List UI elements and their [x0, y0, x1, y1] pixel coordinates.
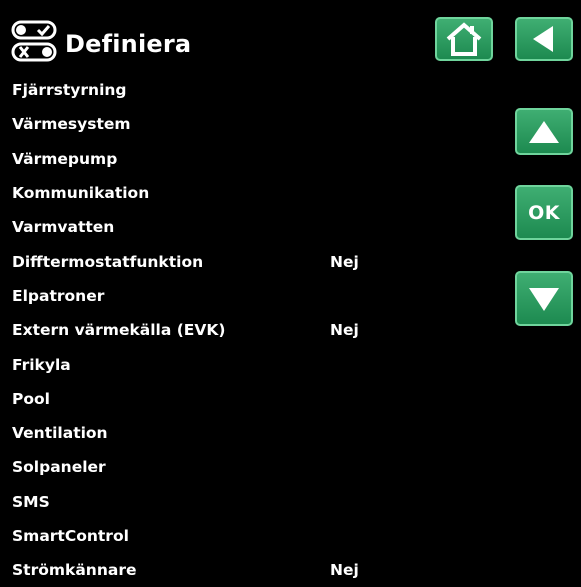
menu-item-ventilation[interactable]: Ventilation [12, 416, 412, 450]
menu-item-fjarrstyrning[interactable]: Fjärrstyrning [12, 73, 412, 107]
menu-item-label: Difftermostatfunktion [12, 252, 204, 271]
menu-item-kommunikation[interactable]: Kommunikation [12, 176, 412, 210]
back-arrow-icon [533, 26, 553, 52]
home-icon [446, 22, 482, 56]
home-button[interactable] [435, 17, 493, 61]
menu-item-varmepump[interactable]: Värmepump [12, 142, 412, 176]
up-arrow-icon [529, 120, 559, 143]
menu-item-value: Nej [330, 252, 359, 271]
back-button[interactable] [515, 17, 573, 61]
menu-item-label: SmartControl [12, 527, 129, 545]
menu-item-label: Värmesystem [12, 115, 131, 134]
down-arrow-icon [529, 287, 559, 311]
ok-button[interactable]: OK [515, 185, 573, 240]
menu-item-label: SMS [12, 492, 50, 511]
page-title: Definiera [65, 30, 192, 58]
menu-item-smartcontrol[interactable]: SmartControl [12, 519, 412, 553]
menu-item-label: Pool [12, 389, 50, 408]
scroll-down-button[interactable] [515, 271, 573, 326]
menu-item-label: Strömkännare [12, 561, 137, 580]
menu-item-value: Nej [330, 561, 359, 580]
menu-item-label: Ventilation [12, 424, 108, 443]
menu-item-label: Extern värmekälla (EVK) [12, 321, 226, 340]
settings-menu: Fjärrstyrning Värmesystem Värmepump Komm… [12, 73, 412, 587]
menu-item-sms[interactable]: SMS [12, 485, 412, 519]
header: Definiera [11, 19, 191, 63]
menu-item-label: Frikyla [12, 355, 71, 374]
menu-item-value: Nej [330, 321, 359, 340]
ok-label: OK [528, 201, 560, 224]
scroll-up-button[interactable] [515, 108, 573, 155]
menu-item-label: Kommunikation [12, 184, 150, 203]
toggle-switches-icon [11, 20, 57, 62]
menu-item-elpatroner[interactable]: Elpatroner [12, 279, 412, 313]
menu-item-label: Elpatroner [12, 286, 105, 305]
menu-item-frikyla[interactable]: Frikyla [12, 347, 412, 381]
menu-item-solpaneler[interactable]: Solpaneler [12, 450, 412, 484]
menu-item-varmvatten[interactable]: Varmvatten [12, 210, 412, 244]
menu-item-label: Värmepump [12, 149, 118, 168]
menu-item-label: Solpaneler [12, 458, 106, 477]
menu-item-varmesystem[interactable]: Värmesystem [12, 107, 412, 141]
menu-item-label: Varmvatten [12, 218, 115, 237]
menu-item-stromkannare[interactable]: Strömkännare Nej [12, 553, 412, 587]
menu-item-pool[interactable]: Pool [12, 382, 412, 416]
menu-item-label: Fjärrstyrning [12, 81, 127, 100]
menu-item-difftermostatfunktion[interactable]: Difftermostatfunktion Nej [12, 244, 412, 278]
menu-item-extern-varmekalla[interactable]: Extern värmekälla (EVK) Nej [12, 313, 412, 347]
